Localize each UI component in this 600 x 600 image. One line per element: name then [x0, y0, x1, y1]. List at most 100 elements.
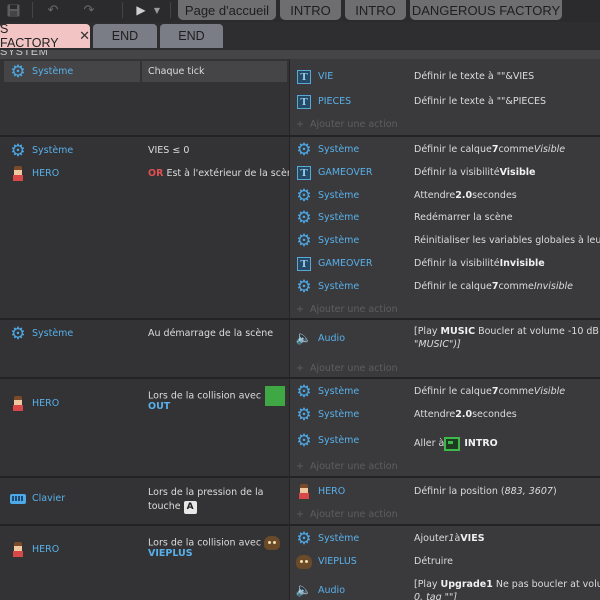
action-row[interactable]: T VIE	[296, 68, 333, 85]
action-text: [Play Upgrade1 Ne pas boucler at volume …	[414, 579, 600, 600]
event-block[interactable]: ⚙ Système VIES ≤ 0 HERO OR Est à l'extér…	[0, 137, 600, 320]
condition-row[interactable]: ⚙ Système	[10, 63, 73, 80]
action-text: Détruire	[414, 556, 453, 567]
condition-text: Chaque tick	[148, 66, 205, 77]
action-row[interactable]: HERO	[296, 483, 345, 500]
hero-icon	[12, 166, 24, 181]
action-text: Définir la visibilité Visible	[414, 167, 536, 178]
tab-label: S FACTORY	[0, 22, 59, 50]
action-text: Attendre 2.0 secondes	[414, 409, 517, 420]
gear-icon: ⚙	[296, 404, 312, 425]
speaker-icon: 🔈	[295, 331, 313, 346]
condition-row[interactable]: HERO	[10, 541, 59, 558]
event-block[interactable]: ⚙ Système Chaque tick T VIE Définir le t…	[0, 59, 600, 137]
speaker-icon: 🔈	[295, 583, 313, 598]
gear-icon: ⚙	[296, 528, 312, 549]
event-block[interactable]: Clavier Lors de la pression de la touche…	[0, 478, 600, 526]
action-row[interactable]: VIEPLUS	[296, 553, 357, 570]
add-action-button[interactable]: + Ajouter une action	[296, 301, 398, 317]
scene-tab-home[interactable]: Page d'accueil	[178, 0, 276, 20]
action-text: Définir la position (883, 3607)	[414, 486, 557, 497]
add-action-button[interactable]: + Ajouter une action	[296, 506, 398, 522]
tab-dangerous-factory[interactable]: S FACTORY ✕	[0, 22, 90, 50]
gear-icon: ⚙	[296, 207, 312, 228]
add-action-button[interactable]: + Ajouter une action	[296, 360, 398, 376]
action-text: Réinitialiser les variables globales à l…	[414, 235, 600, 246]
action-text: Attendre 2.0 secondes	[414, 190, 517, 201]
action-text: Définir la visibilité Invisible	[414, 258, 545, 269]
action-row[interactable]: ⚙ Système	[296, 406, 359, 423]
gear-icon: ⚙	[296, 185, 312, 206]
gear-icon: ⚙	[296, 139, 312, 160]
gear-icon: ⚙	[10, 140, 26, 161]
redo-icon[interactable]: ↷	[80, 0, 98, 20]
keyboard-icon	[10, 493, 26, 504]
action-text: Définir le calque 7 comme Visible	[414, 386, 566, 397]
play-icon[interactable]: ▶	[134, 0, 148, 20]
tab-end[interactable]: END	[93, 24, 157, 48]
text-object-icon: T	[297, 69, 311, 84]
action-row[interactable]: ⚙ Système	[296, 383, 359, 400]
event-block[interactable]: HERO Lors de la collision avec OUT ⚙ Syst…	[0, 379, 600, 478]
close-icon[interactable]: ✕	[79, 28, 90, 44]
gear-icon: ⚙	[296, 276, 312, 297]
toolbar: ↶ ↷ ▶ ▼ Page d'accueil INTRO INTRO DANGE…	[0, 0, 600, 22]
action-row[interactable]: ⚙ Système	[296, 278, 359, 295]
section-header: SYSTEM	[0, 50, 600, 59]
action-row[interactable]: 🔈 Audio	[296, 330, 345, 347]
condition-text: Au démarrage de la scène	[148, 328, 274, 339]
action-row[interactable]: T GAMEOVER	[296, 255, 372, 272]
text-object-icon: T	[297, 256, 311, 271]
key-a-icon: A	[183, 500, 197, 514]
text-object-icon: T	[297, 94, 311, 109]
condition-row[interactable]: HERO	[10, 395, 59, 412]
action-row[interactable]: ⚙ Système	[296, 209, 359, 226]
event-block[interactable]: HERO Lors de la collision avec VIEPLUS ⚙…	[0, 526, 600, 600]
condition-text: VIES ≤ 0	[148, 145, 190, 156]
undo-icon[interactable]: ↶	[44, 0, 62, 20]
hero-icon	[12, 396, 24, 411]
action-row[interactable]: ⚙ Système	[296, 530, 359, 547]
scene-tab-dangerous-factory[interactable]: DANGEROUS FACTORY	[410, 0, 562, 20]
scene-tab-intro[interactable]: INTRO	[280, 0, 341, 20]
scene-tab-intro-2[interactable]: INTRO	[345, 0, 406, 20]
gear-icon: ⚙	[10, 323, 26, 344]
hero-icon	[12, 542, 24, 557]
creature-icon	[264, 536, 281, 550]
action-row[interactable]: ⚙ Système	[296, 232, 359, 249]
save-icon[interactable]	[4, 0, 22, 20]
action-row[interactable]: 🔈 Audio	[296, 582, 345, 599]
action-text: Définir le calque 7 comme Invisible	[414, 281, 574, 292]
action-row[interactable]: ⚙ Système	[296, 141, 359, 158]
condition-row[interactable]: ⚙ Système	[10, 142, 73, 159]
condition-row[interactable]: ⚙ Système	[10, 325, 73, 342]
action-text: Redémarrer la scène	[414, 212, 513, 223]
action-row[interactable]: ⚙ Système	[296, 187, 359, 204]
add-action-button[interactable]: + Ajouter une action	[296, 458, 398, 474]
add-action-button[interactable]: + Ajouter une action	[296, 116, 398, 132]
creature-icon	[296, 554, 312, 569]
condition-text: Lors de la collision avec VIEPLUS	[148, 536, 281, 560]
action-row[interactable]: ⚙ Système	[296, 432, 359, 449]
scene-icon	[444, 436, 461, 451]
action-text: Ajouter 1 à VIES	[414, 533, 485, 544]
action-text: Définir le calque 7 comme Visible	[414, 144, 566, 155]
tab-end-2[interactable]: END	[160, 24, 223, 48]
action-row[interactable]: T GAMEOVER	[296, 164, 372, 181]
action-text: Définir le texte à ""&VIES	[414, 71, 535, 82]
gear-icon: ⚙	[296, 381, 312, 402]
condition-row[interactable]: Clavier	[10, 490, 65, 507]
dropdown-icon[interactable]: ▼	[152, 0, 162, 20]
condition-text: OR Est à l'extérieur de la scène	[148, 168, 299, 179]
event-block[interactable]: ⚙ Système Au démarrage de la scène 🔈 Audi…	[0, 320, 600, 379]
action-text: [Play MUSIC Boucler at volume -10 dB (st…	[414, 326, 600, 350]
condition-text: Lors de la pression de la touche A	[148, 487, 264, 514]
hero-icon	[298, 484, 310, 499]
editor-tab-bar: S FACTORY ✕ END END	[0, 22, 600, 50]
condition-row[interactable]: HERO	[10, 165, 59, 182]
action-row[interactable]: T PIECES	[296, 93, 351, 110]
text-object-icon: T	[297, 165, 311, 180]
action-text: Définir le texte à ""&PIECES	[414, 96, 547, 107]
gear-icon: ⚙	[296, 430, 312, 451]
condition-text: Lors de la collision avec OUT	[148, 386, 286, 414]
